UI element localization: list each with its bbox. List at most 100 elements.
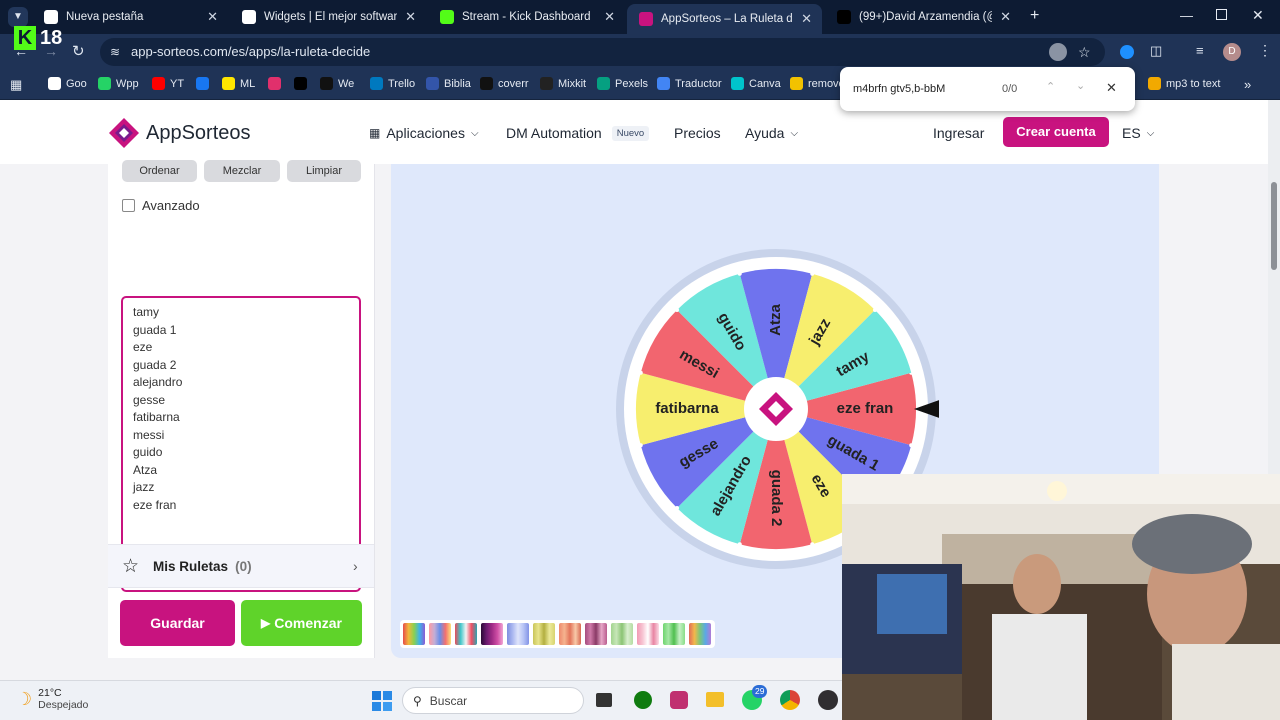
chrome-menu-icon[interactable]: ⋮ — [1258, 42, 1272, 59]
bookmark-2[interactable]: YT — [152, 77, 184, 90]
palette-swatch[interactable] — [481, 623, 503, 645]
bookmark-8[interactable]: Trello — [370, 77, 415, 90]
bookmark-label: coverr — [498, 77, 529, 90]
nav-help[interactable]: Ayuda ⌵ — [745, 125, 798, 141]
tab-1[interactable]: Widgets | El mejor software par ✕ — [230, 4, 426, 30]
reload-icon[interactable]: ↻ — [72, 42, 85, 60]
name-entry: eze fran — [133, 497, 177, 512]
bookmark-5[interactable] — [268, 77, 286, 90]
close-window-button[interactable]: ✕ — [1252, 7, 1264, 24]
task-view-icon[interactable] — [596, 693, 612, 707]
palette-swatch[interactable] — [559, 623, 581, 645]
bookmark-0[interactable]: Goo — [48, 77, 87, 90]
signup-button[interactable]: Crear cuenta — [1003, 117, 1109, 147]
nav-dm-automation[interactable]: DM Automation Nuevo — [506, 125, 650, 141]
bookmark-13[interactable]: Traductor — [657, 77, 722, 90]
sort-button[interactable]: Ordenar — [122, 160, 197, 182]
palette-swatch[interactable] — [533, 623, 555, 645]
bookmark-7[interactable]: We — [320, 77, 354, 90]
bookmark-15[interactable]: remove — [790, 77, 845, 90]
file-explorer-icon[interactable] — [706, 692, 724, 707]
weather-widget[interactable]: ☽ 21°C Despejado — [16, 687, 88, 711]
windows-start-icon[interactable] — [372, 691, 392, 711]
close-tab-icon[interactable]: ✕ — [604, 9, 615, 25]
more-bookmarks-icon[interactable]: » — [1244, 77, 1251, 92]
extensions-icon[interactable]: ◫ — [1150, 43, 1162, 59]
new-tab-button[interactable]: + — [1030, 7, 1039, 25]
app-icon[interactable] — [670, 691, 688, 709]
bookmark-3[interactable] — [196, 77, 214, 90]
obs-icon[interactable] — [818, 690, 838, 710]
tiktok-icon — [837, 10, 851, 24]
language-selector[interactable]: ES ⌵ — [1122, 125, 1154, 141]
close-tab-icon[interactable]: ✕ — [1000, 9, 1011, 25]
tab-title: Nueva pestaña — [66, 11, 144, 23]
start-button[interactable]: ▶ Comenzar — [241, 600, 362, 646]
find-next-icon[interactable]: ⌄ — [1076, 79, 1085, 92]
bookmark-6[interactable] — [294, 77, 312, 90]
nav-help-label: Ayuda — [745, 125, 785, 141]
advanced-checkbox[interactable] — [122, 199, 135, 212]
pexels-icon — [597, 77, 610, 90]
bookmark-12[interactable]: Pexels — [597, 77, 648, 90]
bookmark-star-icon[interactable]: ☆ — [1078, 38, 1091, 66]
reading-list-icon[interactable]: ≡ — [1196, 43, 1204, 58]
palette-swatch[interactable] — [455, 623, 477, 645]
nav-apps[interactable]: ▦ Aplicaciones ⌵ — [369, 125, 479, 141]
apps-grid-icon[interactable]: ▦ — [10, 77, 22, 93]
site-info-icon[interactable]: ≋ — [110, 38, 120, 66]
bookmark-10[interactable]: coverr — [480, 77, 529, 90]
find-input[interactable]: m4brfn gtv5,b-bbM — [853, 83, 945, 95]
segment-peg — [675, 308, 680, 313]
find-previous-icon[interactable]: ⌃ — [1046, 80, 1055, 93]
bookmark-4[interactable]: ML — [222, 77, 255, 90]
nav-dm-label: DM Automation — [506, 125, 602, 141]
facebook-icon — [196, 77, 209, 90]
segment-peg — [909, 443, 914, 448]
palette-swatch[interactable] — [611, 623, 633, 645]
palette-swatch[interactable] — [663, 623, 685, 645]
chrome-icon[interactable] — [780, 690, 800, 710]
palette-swatch[interactable] — [507, 623, 529, 645]
bookmark-11[interactable]: Mixkit — [540, 77, 586, 90]
tab-4[interactable]: (99+)David Arzamendia (@davi ✕ — [825, 4, 1021, 30]
nav-pricing[interactable]: Precios — [674, 125, 721, 141]
minimize-button[interactable]: — — [1180, 8, 1193, 23]
bookmark-14[interactable]: Canva — [731, 77, 781, 90]
palette-swatch[interactable] — [637, 623, 659, 645]
advanced-checkbox-row[interactable]: Avanzado — [122, 198, 200, 213]
shuffle-button[interactable]: Mezclar — [204, 160, 280, 182]
shazam-icon[interactable] — [1120, 45, 1134, 59]
mixkit-icon — [540, 77, 553, 90]
close-tab-icon[interactable]: ✕ — [405, 9, 416, 25]
maximize-button[interactable] — [1216, 9, 1227, 20]
tab-search-button[interactable]: ▼ — [8, 7, 28, 27]
palette-swatch[interactable] — [585, 623, 607, 645]
taskbar-search[interactable]: ⚲ Buscar — [402, 687, 584, 714]
tab-2[interactable]: Stream - Kick Dashboard ✕ — [428, 4, 625, 30]
palette-swatch[interactable] — [403, 623, 425, 645]
close-tab-icon[interactable]: ✕ — [801, 11, 812, 27]
bookmark-16[interactable]: mp3 to text — [1148, 77, 1220, 90]
name-entry: gesse — [133, 392, 166, 407]
browser-toolbar: ← → ↻ ≋ app-sorteos.com/es/apps/la-rulet… — [0, 34, 1280, 70]
tab-3[interactable]: AppSorteos – La Ruleta de la S ✕ — [627, 4, 822, 34]
bookmark-1[interactable]: Wpp — [98, 77, 139, 90]
palette-swatch[interactable] — [429, 623, 451, 645]
save-button[interactable]: Guardar — [120, 600, 235, 646]
close-tab-icon[interactable]: ✕ — [207, 9, 218, 25]
appsorteos-logo[interactable]: AppSorteos — [108, 117, 251, 149]
xbox-icon[interactable] — [634, 691, 652, 709]
login-link[interactable]: Ingresar — [933, 125, 984, 141]
grid-icon: ▦ — [369, 126, 381, 140]
my-wheels-row[interactable]: ☆ Mis Ruletas (0) › — [108, 544, 374, 588]
address-bar[interactable]: ≋ app-sorteos.com/es/apps/la-ruleta-deci… — [100, 38, 1105, 66]
find-in-page-icon[interactable] — [1049, 43, 1067, 61]
palette-swatch[interactable] — [689, 623, 711, 645]
scroll-thumb[interactable] — [1271, 182, 1277, 270]
clear-button[interactable]: Limpiar — [287, 160, 361, 182]
profile-avatar[interactable]: D — [1223, 43, 1241, 61]
bookmark-9[interactable]: Biblia — [426, 77, 471, 90]
stream-number: 18 — [40, 26, 63, 49]
find-close-icon[interactable]: ✕ — [1106, 80, 1117, 96]
